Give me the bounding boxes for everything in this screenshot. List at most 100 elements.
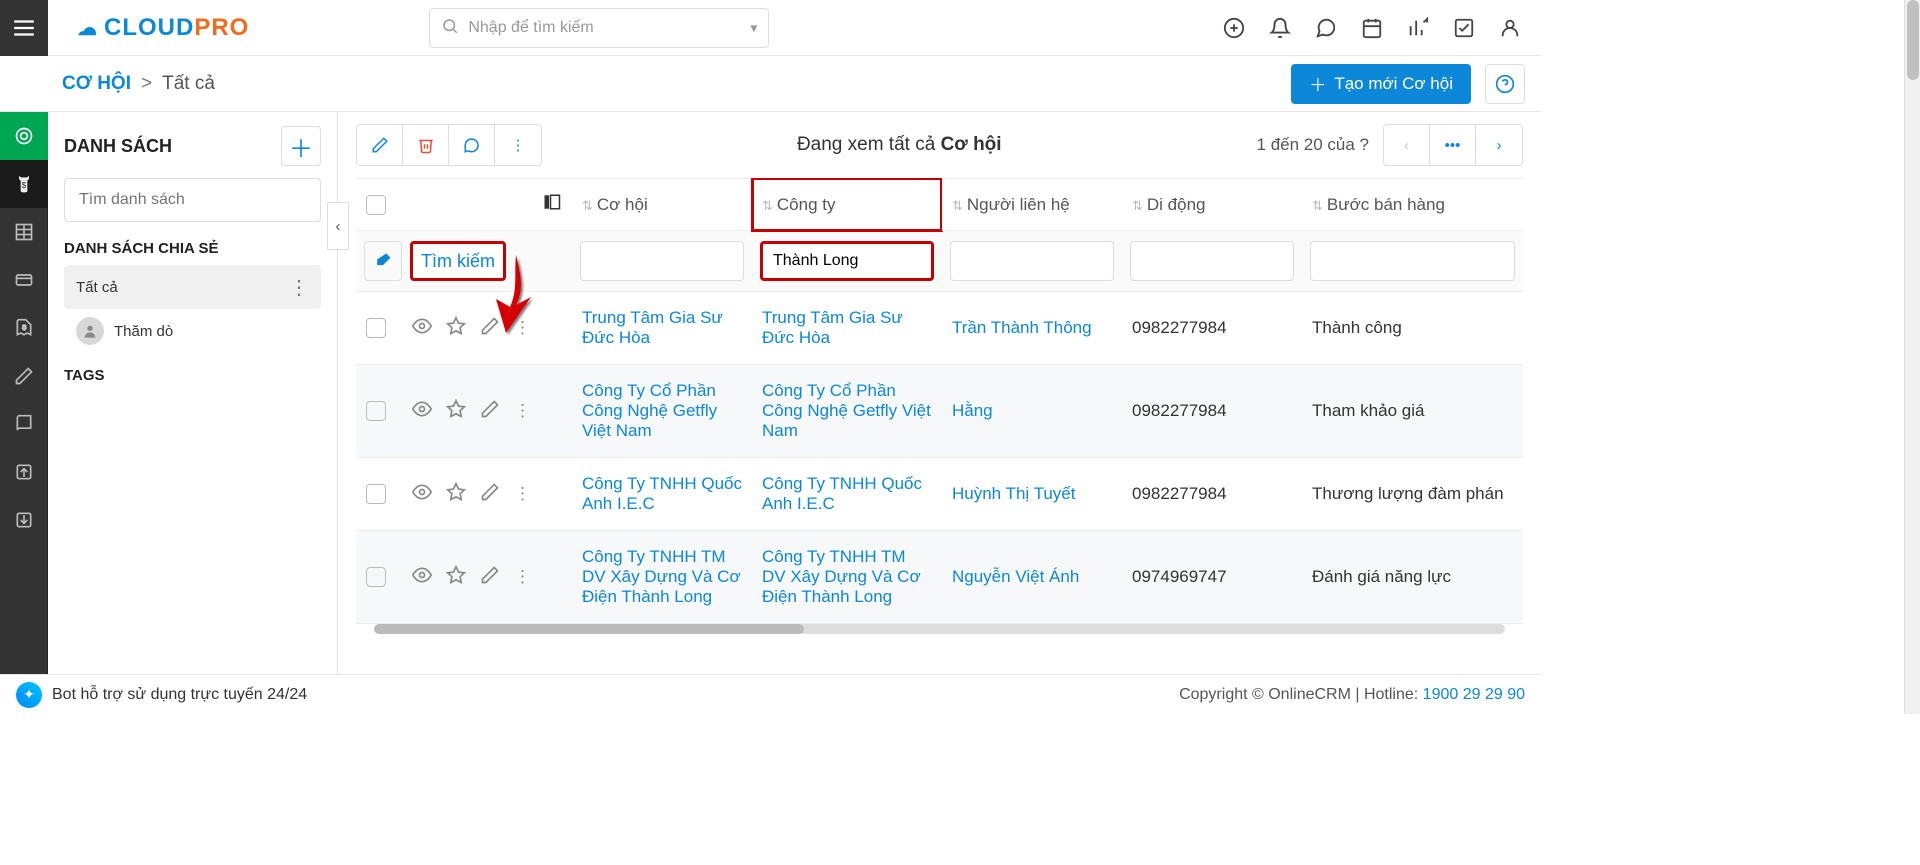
pencil-icon[interactable] [480,482,500,507]
cell-company[interactable]: Công Ty TNHH TM DV Xây Dựng Và Cơ Điện T… [762,547,921,606]
collapse-panel-button[interactable]: ‹ [327,202,349,250]
page-options-button[interactable]: ••• [1430,125,1476,165]
row-more-icon[interactable]: ⋮ [514,484,531,504]
filter-item-all[interactable]: Tất cả ⋮ [64,265,321,309]
star-icon[interactable] [446,482,466,507]
nav-table-icon[interactable] [0,208,48,256]
col-stage[interactable]: Bước bán hàng [1327,195,1445,214]
nav-invoice-icon[interactable]: $ [0,304,48,352]
global-search-input[interactable] [429,8,769,48]
calendar-icon[interactable] [1361,17,1383,39]
top-icons [1223,17,1521,39]
columns-toggle-icon[interactable] [542,193,562,216]
next-page-button[interactable]: › [1476,125,1522,165]
bell-icon[interactable] [1269,17,1291,39]
pencil-icon[interactable] [480,399,500,424]
add-list-button[interactable]: ＋ [281,126,321,166]
add-icon[interactable] [1223,17,1245,39]
star-icon[interactable] [446,316,466,341]
eye-icon[interactable] [412,316,432,341]
col-mobile[interactable]: Di động [1147,195,1206,214]
cell-mobile: 0982277984 [1132,484,1227,503]
svg-text:$: $ [21,180,26,190]
clear-filters-button[interactable] [364,241,402,281]
filter-mobile-input[interactable] [1130,241,1294,281]
delete-button[interactable] [403,125,449,165]
cell-contact[interactable]: Nguyễn Việt Ánh [952,567,1079,586]
nav-download-icon[interactable] [0,496,48,544]
chevron-down-icon[interactable]: ▾ [750,19,757,36]
prev-page-button[interactable]: ‹ [1384,125,1430,165]
edit-button[interactable] [357,125,403,165]
hotline-link[interactable]: 1900 29 29 90 [1423,686,1525,703]
search-cell[interactable]: Tìm kiếm [410,241,506,281]
chat-icon[interactable] [1315,17,1337,39]
menu-toggle-button[interactable] [0,0,48,56]
sort-icon[interactable]: ⇅ [762,198,773,213]
user-icon[interactable] [1499,17,1521,39]
nav-card-icon[interactable] [0,256,48,304]
row-more-icon[interactable]: ⋮ [514,401,531,421]
row-checkbox[interactable] [366,401,386,421]
filter-item-probe[interactable]: Thăm dò [64,309,321,353]
sort-icon[interactable]: ⇅ [1312,198,1323,213]
row-more-icon[interactable]: ⋮ [514,567,531,587]
star-icon[interactable] [446,399,466,424]
more-icon[interactable]: ⋮ [289,275,309,300]
cell-opportunity[interactable]: Công Ty TNHH Quốc Anh I.E.C [582,474,742,513]
col-opportunity[interactable]: Cơ hội [597,195,648,214]
cell-opportunity[interactable]: Công Ty TNHH TM DV Xây Dựng Và Cơ Điện T… [582,547,741,606]
nav-money-icon[interactable]: $ [0,160,48,208]
messenger-icon[interactable]: ✦ [16,682,42,708]
select-all-checkbox[interactable] [366,195,386,215]
create-opportunity-button[interactable]: ＋ Tạo mới Cơ hội [1291,64,1471,104]
filter-contact-input[interactable] [950,241,1114,281]
filter-stage-input[interactable] [1310,241,1515,281]
analytics-icon[interactable] [1407,17,1429,39]
sort-icon[interactable]: ⇅ [582,198,593,213]
filter-search-input[interactable] [64,178,321,222]
cell-contact[interactable]: Trần Thành Thông [952,318,1092,337]
nav-upload-icon[interactable] [0,448,48,496]
breadcrumb-module[interactable]: CƠ HỘI [62,73,131,95]
cell-stage: Thương lượng đàm phán [1312,484,1504,503]
col-contact[interactable]: Người liên hệ [967,195,1070,214]
row-checkbox[interactable] [366,567,386,587]
cell-contact[interactable]: Hằng [952,401,993,420]
sort-icon[interactable]: ⇅ [952,198,963,213]
row-more-icon[interactable]: ⋮ [514,318,531,338]
row-checkbox[interactable] [366,318,386,338]
cell-opportunity[interactable]: Công Ty Cổ Phần Công Nghệ Getfly Việt Na… [582,381,717,440]
eye-icon[interactable] [412,482,432,507]
copyright-text: Copyright © OnlineCRM [1179,686,1351,703]
tags-title: TAGS [64,367,321,384]
pencil-icon[interactable] [480,316,500,341]
nav-book-icon[interactable] [0,400,48,448]
help-button[interactable] [1485,64,1525,104]
comment-button[interactable] [449,125,495,165]
eye-icon[interactable] [412,399,432,424]
pencil-icon[interactable] [480,565,500,590]
cell-mobile: 0974969747 [1132,567,1227,586]
window-scrollbar[interactable] [1904,0,1920,714]
logo[interactable]: CLOUDPRO [60,14,249,42]
cell-contact[interactable]: Huỳnh Thị Tuyết [952,484,1075,503]
cell-company[interactable]: Công Ty Cổ Phần Công Nghệ Getfly Việt Na… [762,381,931,440]
nav-edit-icon[interactable] [0,352,48,400]
viewing-label: Đang xem tất cả Cơ hội [542,134,1257,156]
filter-company-input[interactable] [760,241,934,281]
more-actions-button[interactable]: ⋮ [495,125,541,165]
filter-item-label: Thăm dò [114,323,173,340]
sort-icon[interactable]: ⇅ [1132,198,1143,213]
row-checkbox[interactable] [366,484,386,504]
cell-company[interactable]: Công Ty TNHH Quốc Anh I.E.C [762,474,922,513]
horizontal-scrollbar[interactable] [374,624,1505,634]
tasks-icon[interactable] [1453,17,1475,39]
cell-opportunity[interactable]: Trung Tâm Gia Sư Đức Hòa [582,308,723,347]
eye-icon[interactable] [412,565,432,590]
nav-target-icon[interactable] [0,112,48,160]
cell-company[interactable]: Trung Tâm Gia Sư Đức Hòa [762,308,903,347]
filter-opportunity-input[interactable] [580,241,744,281]
col-company[interactable]: Công ty [777,195,836,214]
star-icon[interactable] [446,565,466,590]
